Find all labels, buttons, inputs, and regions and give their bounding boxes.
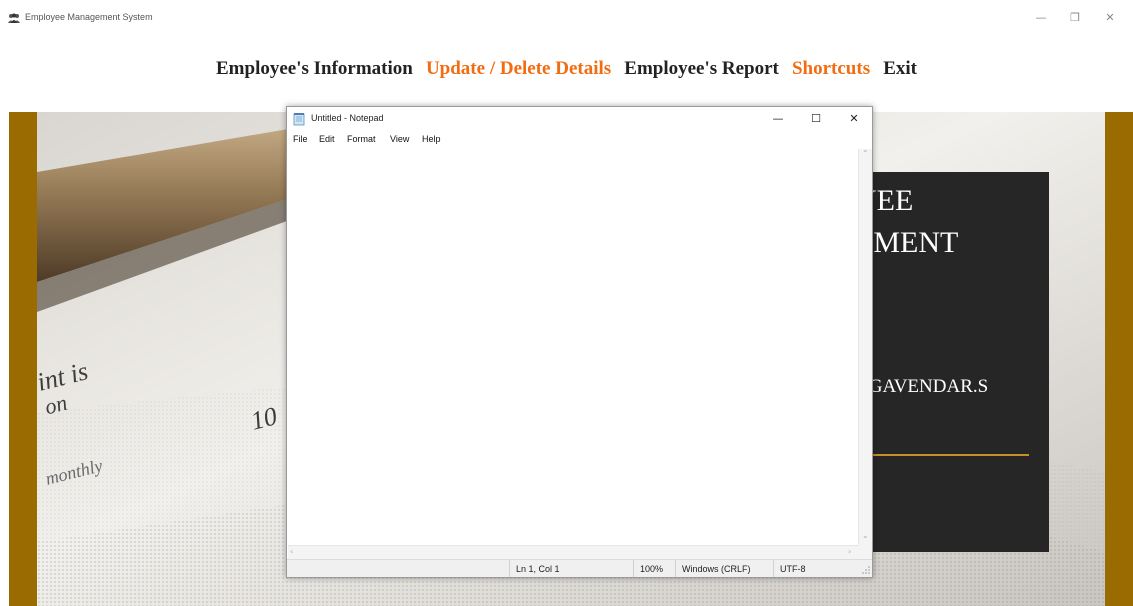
status-zoom: 100% <box>633 560 675 577</box>
notepad-menu-edit[interactable]: Edit <box>319 134 335 144</box>
status-line-ending: Windows (CRLF) <box>675 560 773 577</box>
menu-employee-report[interactable]: Employee's Report <box>624 58 779 80</box>
minimize-button[interactable]: — <box>1026 8 1056 28</box>
status-cursor-position: Ln 1, Col 1 <box>509 560 633 577</box>
notepad-menu-file[interactable]: File <box>293 134 308 144</box>
notepad-menu-bar: File Edit Format View Help <box>287 131 872 149</box>
app-logo-icon <box>8 13 20 23</box>
notepad-text-area[interactable] <box>288 149 858 545</box>
panel-accent-rule <box>859 454 1029 456</box>
status-encoding: UTF-8 <box>773 560 857 577</box>
title-bar: Employee Management System — ❐ ✕ <box>0 0 1133 36</box>
menu-shortcuts[interactable]: Shortcuts <box>792 58 870 80</box>
menu-employee-information[interactable]: Employee's Information <box>216 58 413 80</box>
notepad-window[interactable]: Untitled - Notepad — ☐ ✕ File Edit Forma… <box>286 106 873 578</box>
close-button[interactable]: ✕ <box>1095 8 1125 28</box>
panel-line-4: AGAVENDAR.S <box>855 376 989 397</box>
notepad-title: Untitled - Notepad <box>311 113 384 123</box>
app-window: Employee Management System — ❐ ✕ Employe… <box>0 0 1133 606</box>
scroll-up-icon[interactable]: ⌃ <box>862 149 869 158</box>
scrollbar-corner <box>858 545 872 559</box>
notepad-close-button[interactable]: ✕ <box>839 109 869 129</box>
banner-left-border <box>9 112 37 606</box>
notepad-maximize-button[interactable]: ☐ <box>801 109 831 129</box>
banner-right-border <box>1105 112 1133 606</box>
resize-grip-icon[interactable] <box>861 565 871 575</box>
main-menu: Employee's Information Update / Delete D… <box>0 58 1133 88</box>
notepad-minimize-button[interactable]: — <box>763 109 793 129</box>
notepad-menu-help[interactable]: Help <box>422 134 441 144</box>
notepad-status-bar: Ln 1, Col 1 100% Windows (CRLF) UTF-8 <box>287 559 872 577</box>
notepad-icon <box>293 113 305 126</box>
menu-exit[interactable]: Exit <box>883 58 917 80</box>
scroll-right-icon[interactable]: › <box>848 547 851 556</box>
notepad-horizontal-scrollbar[interactable]: ‹ › <box>288 545 858 559</box>
notepad-menu-format[interactable]: Format <box>347 134 376 144</box>
app-title: Employee Management System <box>25 12 153 22</box>
restore-button[interactable]: ❐ <box>1060 8 1090 28</box>
notepad-menu-view[interactable]: View <box>390 134 409 144</box>
scroll-down-icon[interactable]: ⌄ <box>862 531 869 540</box>
scroll-left-icon[interactable]: ‹ <box>290 547 293 556</box>
menu-update-delete-details[interactable]: Update / Delete Details <box>426 58 611 80</box>
notepad-vertical-scrollbar[interactable]: ⌃ ⌄ <box>858 149 872 545</box>
notepad-title-bar[interactable]: Untitled - Notepad — ☐ ✕ <box>287 107 872 131</box>
